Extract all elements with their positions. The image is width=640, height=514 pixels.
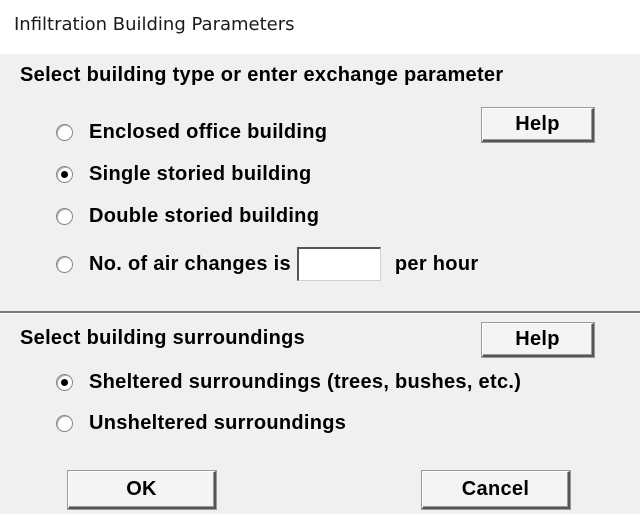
radio-button-icon[interactable] xyxy=(56,415,73,432)
radio-double-storied[interactable]: Double storied building xyxy=(56,205,319,228)
title-bar: Infiltration Building Parameters xyxy=(0,0,640,54)
radio-button-selected-icon[interactable] xyxy=(56,374,73,391)
dialog-window: Infiltration Building Parameters Select … xyxy=(0,0,640,514)
ok-button[interactable]: OK xyxy=(68,471,216,509)
radio-label: Double storied building xyxy=(89,205,320,227)
radio-enclosed-office[interactable]: Enclosed office building xyxy=(56,121,327,144)
window-title: Infiltration Building Parameters xyxy=(14,14,295,35)
radio-button-icon[interactable] xyxy=(56,124,73,141)
air-changes-input[interactable] xyxy=(296,247,381,281)
radio-label: Enclosed office building xyxy=(89,121,328,143)
building-type-help-button[interactable]: Help xyxy=(482,108,594,142)
radio-single-storied[interactable]: Single storied building xyxy=(56,163,311,186)
radio-button-icon[interactable] xyxy=(56,255,73,273)
radio-label: Single storied building xyxy=(89,163,312,185)
radio-unsheltered[interactable]: Unsheltered surroundings xyxy=(56,412,346,435)
air-changes-unit: per hour xyxy=(394,252,479,275)
radio-button-selected-icon[interactable] xyxy=(56,166,73,183)
radio-sheltered[interactable]: Sheltered surroundings (trees, bushes, e… xyxy=(56,371,521,394)
radio-label: No. of air changes is xyxy=(89,252,291,275)
radio-air-changes[interactable]: No. of air changes is per hour xyxy=(56,247,478,281)
surroundings-heading: Select building surroundings xyxy=(20,327,306,349)
surroundings-help-button[interactable]: Help xyxy=(482,323,594,357)
section-divider xyxy=(0,311,640,314)
cancel-button[interactable]: Cancel xyxy=(422,471,570,509)
radio-label: Sheltered surroundings (trees, bushes, e… xyxy=(89,371,522,393)
building-type-heading: Select building type or enter exchange p… xyxy=(20,64,504,86)
radio-label: Unsheltered surroundings xyxy=(89,412,347,434)
radio-button-icon[interactable] xyxy=(56,208,73,225)
